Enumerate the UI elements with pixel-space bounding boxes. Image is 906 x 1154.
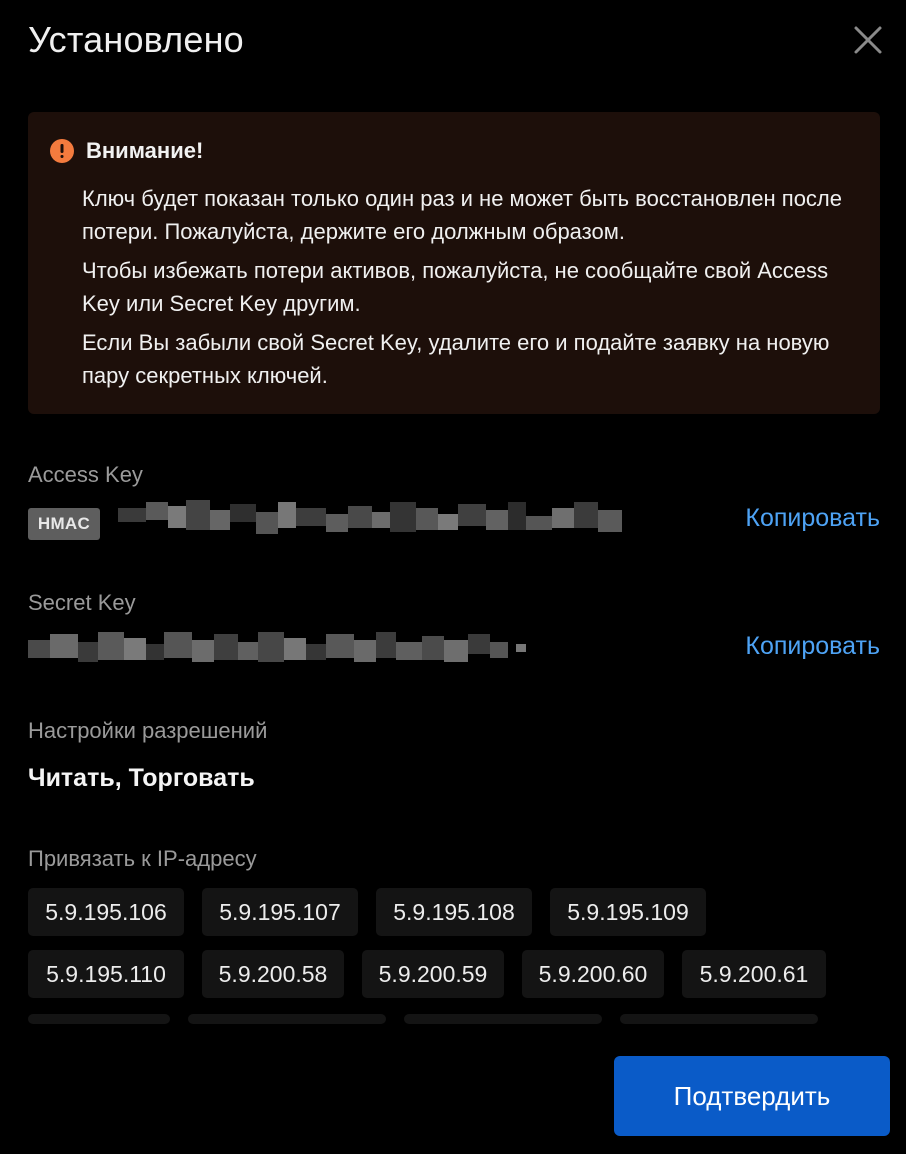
ip-address-chip: 5.9.200.60 — [522, 950, 664, 998]
permissions-value: Читать, Торговать — [28, 764, 255, 792]
confirm-button[interactable]: Подтвердить — [614, 1056, 890, 1136]
ip-address-chip: 5.9.195.110 — [28, 950, 184, 998]
ip-address-chip: 5.9.195.108 — [376, 888, 532, 936]
ip-address-chip: 5.9.195.109 — [550, 888, 706, 936]
warning-title: Внимание! — [86, 138, 204, 163]
hmac-badge: HMAC — [28, 508, 100, 540]
close-button[interactable] — [848, 20, 888, 60]
warning-paragraph: Если Вы забыли свой Secret Key, удалите … — [82, 330, 830, 388]
warning-text: Ключ будет показан только один раз и не … — [82, 182, 872, 398]
secret-key-label: Secret Key — [28, 590, 136, 615]
warning-paragraph: Чтобы избежать потери активов, пожалуйст… — [82, 258, 829, 316]
ip-address-chip: 5.9.200.58 — [202, 950, 344, 998]
ip-address-chip-clipped — [188, 1014, 386, 1024]
permissions-label: Настройки разрешений — [28, 718, 268, 743]
warning-paragraph: Ключ будет показан только один раз и не … — [82, 186, 842, 244]
exclamation-circle-icon — [50, 139, 74, 163]
copy-secret-key-button[interactable]: Копировать — [745, 632, 880, 661]
ip-address-chip: 5.9.200.61 — [682, 950, 826, 998]
ip-address-chip: 5.9.195.107 — [202, 888, 358, 936]
ip-address-chip: 5.9.195.106 — [28, 888, 184, 936]
dialog-title: Установлено — [28, 19, 244, 60]
ip-address-chip-clipped — [404, 1014, 602, 1024]
ip-address-chip-clipped — [620, 1014, 818, 1024]
access-key-value-masked — [118, 500, 622, 534]
warning-box: Внимание! Ключ будет показан только один… — [28, 112, 880, 414]
close-icon — [854, 26, 882, 54]
access-key-label: Access Key — [28, 462, 143, 487]
copy-access-key-button[interactable]: Копировать — [745, 504, 880, 533]
api-key-created-dialog: Установлено Внимание! Ключ будет показан… — [0, 0, 906, 1154]
ip-address-chip: 5.9.200.59 — [362, 950, 504, 998]
secret-key-value-masked — [28, 632, 526, 662]
ip-address-chip-clipped — [28, 1014, 170, 1024]
ip-binding-label: Привязать к IP-адресу — [28, 846, 257, 871]
warning-header: Внимание! — [50, 138, 203, 164]
